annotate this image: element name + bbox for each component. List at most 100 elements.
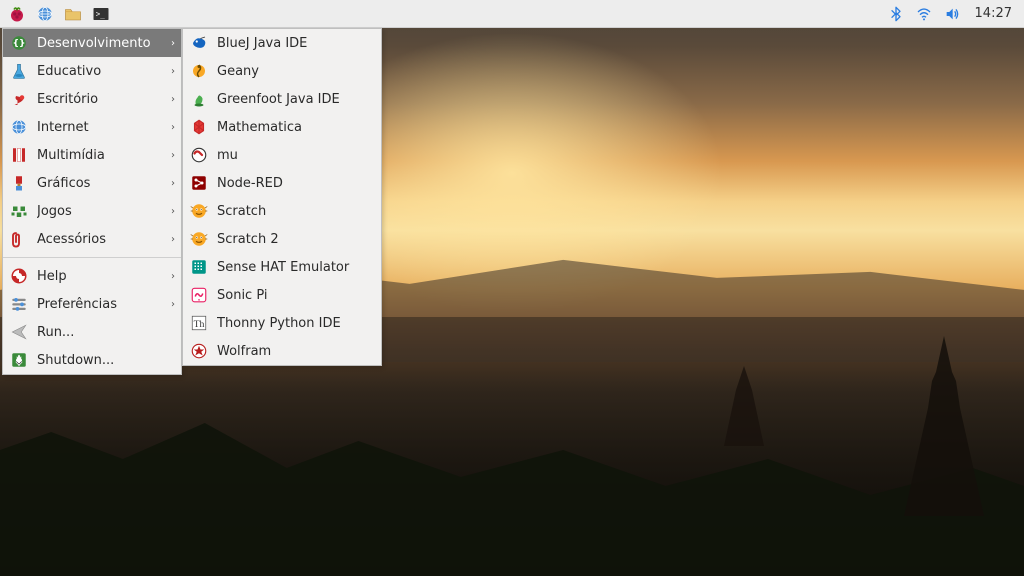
menu-separator — [3, 257, 181, 258]
geany-icon — [189, 61, 209, 81]
wifi-tray[interactable] — [915, 5, 933, 23]
menu-item-label: Sonic Pi — [217, 288, 375, 303]
menu-item-bluej-java-ide[interactable]: BlueJ Java IDE — [183, 29, 381, 57]
menu-item-label: Escritório — [37, 92, 171, 107]
chevron-right-icon: › — [171, 206, 175, 217]
terminal-launcher[interactable]: >_ — [88, 2, 114, 26]
menu-item-prefer-ncias[interactable]: Preferências› — [3, 290, 181, 318]
menu-item-multim-dia[interactable]: Multimídia› — [3, 141, 181, 169]
chevron-right-icon: › — [171, 234, 175, 245]
menu-item-educativo[interactable]: Educativo› — [3, 57, 181, 85]
run-icon — [9, 322, 29, 342]
menu-item-mu[interactable]: mu — [183, 141, 381, 169]
system-tray: 14:27 — [887, 5, 1020, 23]
menu-item-run-[interactable]: Run... — [3, 318, 181, 346]
menu-item-label: Internet — [37, 120, 171, 135]
menu-item-sense-hat-emulator[interactable]: Sense HAT Emulator — [183, 253, 381, 281]
menu-item-label: Scratch — [217, 204, 375, 219]
menu-item-label: Wolfram — [217, 344, 375, 359]
svg-text:{}: {} — [13, 39, 26, 49]
bluej-icon — [189, 33, 209, 53]
menu-item-label: Thonny Python IDE — [217, 316, 375, 331]
help-icon — [9, 266, 29, 286]
globe-icon — [9, 117, 29, 137]
shutdown-icon — [9, 350, 29, 370]
menu-item-label: Gráficos — [37, 176, 171, 191]
menu-item-geany[interactable]: Geany — [183, 57, 381, 85]
menu-item-label: Acessórios — [37, 232, 171, 247]
chevron-right-icon: › — [171, 150, 175, 161]
greenfoot-icon — [189, 89, 209, 109]
menu-item-escrit-rio[interactable]: Escritório› — [3, 85, 181, 113]
bluetooth-tray[interactable] — [887, 5, 905, 23]
menu-item-wolfram[interactable]: Wolfram — [183, 337, 381, 365]
chevron-right-icon: › — [171, 38, 175, 49]
menu-item-node-red[interactable]: Node-RED — [183, 169, 381, 197]
menu-item-label: Scratch 2 — [217, 232, 375, 247]
wallpaper-trees — [0, 396, 1024, 576]
games-icon — [9, 201, 29, 221]
svg-text:Th: Th — [194, 319, 205, 330]
clip-icon — [9, 229, 29, 249]
menu-item-thonny-python-ide[interactable]: Th Thonny Python IDE — [183, 309, 381, 337]
mu-icon — [189, 145, 209, 165]
bluetooth-icon — [888, 6, 904, 22]
chevron-right-icon: › — [171, 178, 175, 189]
menu-item-label: mu — [217, 148, 375, 163]
sensehat-icon — [189, 257, 209, 277]
chevron-right-icon: › — [171, 271, 175, 282]
menu-item-label: Run... — [37, 325, 175, 340]
menu-item-desenvolvimento[interactable]: {} Desenvolvimento› — [3, 29, 181, 57]
menu-item-scratch-2[interactable]: Scratch 2 — [183, 225, 381, 253]
development-submenu: BlueJ Java IDE GeanyGreenfoot Java IDE Mat… — [182, 28, 382, 366]
lamp-icon — [9, 89, 29, 109]
menu-item-shutdown-[interactable]: Shutdown... — [3, 346, 181, 374]
menu-item-gr-ficos[interactable]: Gráficos› — [3, 169, 181, 197]
flask-icon — [9, 61, 29, 81]
menu-item-mathematica[interactable]: Mathematica — [183, 113, 381, 141]
menu-item-label: Jogos — [37, 204, 171, 219]
taskbar: >_ 14:27 — [0, 0, 1024, 28]
prefs-icon — [9, 294, 29, 314]
sonicpi-icon: π — [189, 285, 209, 305]
menu-item-help[interactable]: Help› — [3, 262, 181, 290]
dev-icon: {} — [9, 33, 29, 53]
brush-icon — [9, 173, 29, 193]
nodered-icon — [189, 173, 209, 193]
menu-item-jogos[interactable]: Jogos› — [3, 197, 181, 225]
menu-item-sonic-pi[interactable]: π Sonic Pi — [183, 281, 381, 309]
browser-launcher[interactable] — [32, 2, 58, 26]
menu-item-label: Mathematica — [217, 120, 375, 135]
scratch-icon — [189, 229, 209, 249]
chevron-right-icon: › — [171, 299, 175, 310]
wallpaper-temple — [724, 366, 764, 446]
wolfram-icon — [189, 341, 209, 361]
menu-item-label: Preferências — [37, 297, 171, 312]
multimedia-icon — [9, 145, 29, 165]
menu-item-label: Educativo — [37, 64, 171, 79]
clock[interactable]: 14:27 — [971, 6, 1012, 21]
menu-item-scratch[interactable]: Scratch — [183, 197, 381, 225]
svg-text:>_: >_ — [96, 9, 106, 18]
raspberry-icon — [8, 5, 26, 23]
menu-item-label: Shutdown... — [37, 353, 175, 368]
menu-item-label: Sense HAT Emulator — [217, 260, 375, 275]
volume-tray[interactable] — [943, 5, 961, 23]
menu-item-label: Node-RED — [217, 176, 375, 191]
menu-item-greenfoot-java-ide[interactable]: Greenfoot Java IDE — [183, 85, 381, 113]
menu-item-label: BlueJ Java IDE — [217, 36, 375, 51]
menu-item-label: Help — [37, 269, 171, 284]
chevron-right-icon: › — [171, 94, 175, 105]
chevron-right-icon: › — [171, 66, 175, 77]
wifi-icon — [915, 6, 933, 22]
application-menu: {}Desenvolvimento›Educativo›Escritório›I… — [2, 28, 182, 375]
menu-item-label: Desenvolvimento — [37, 36, 171, 51]
file-manager-launcher[interactable] — [60, 2, 86, 26]
menu-button[interactable] — [4, 2, 30, 26]
menu-item-acess-rios[interactable]: Acessórios› — [3, 225, 181, 253]
volume-icon — [943, 6, 961, 22]
globe-icon — [36, 5, 54, 23]
menu-item-internet[interactable]: Internet› — [3, 113, 181, 141]
menu-item-label: Multimídia — [37, 148, 171, 163]
thonny-icon: Th — [189, 313, 209, 333]
